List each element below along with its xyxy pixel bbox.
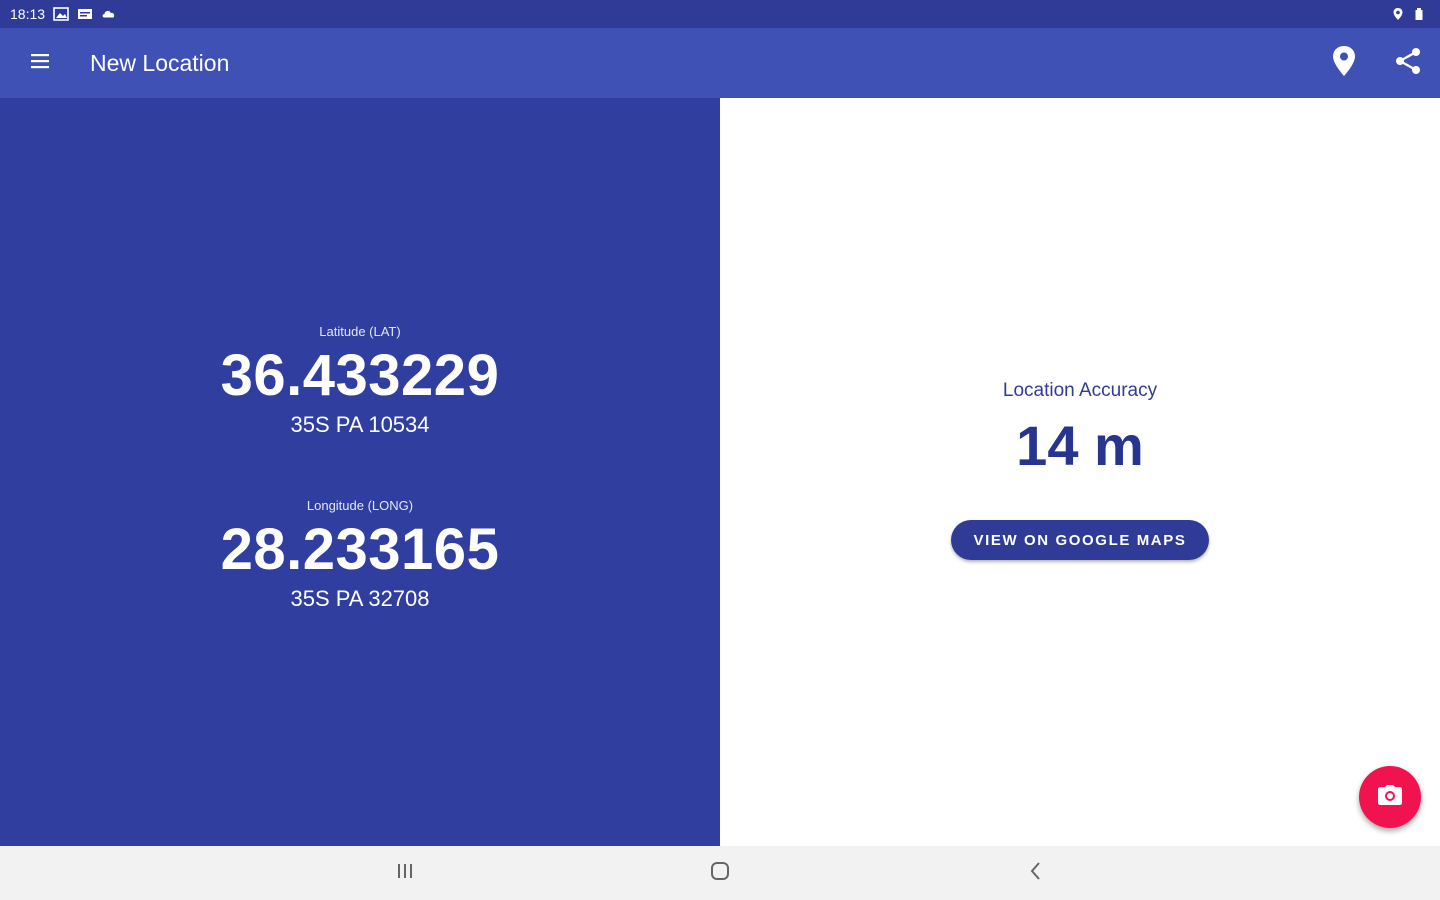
status-time: 18:13	[10, 6, 46, 22]
status-bar: 18:13	[0, 0, 1440, 28]
menu-button[interactable]	[0, 28, 80, 98]
back-button[interactable]	[996, 846, 1076, 900]
view-on-google-maps-button[interactable]: VIEW ON GOOGLE MAPS	[951, 520, 1209, 560]
message-notification-icon	[77, 7, 93, 21]
home-icon	[709, 860, 731, 887]
place-button[interactable]	[1312, 28, 1376, 98]
cloud-notification-icon	[101, 7, 117, 21]
camera-button[interactable]	[1359, 766, 1421, 828]
battery-icon	[1414, 7, 1430, 21]
longitude-label: Longitude (LONG)	[306, 498, 414, 513]
hamburger-menu-icon	[28, 49, 52, 78]
status-right	[1392, 7, 1430, 21]
accuracy-panel: Location Accuracy 14 m VIEW ON GOOGLE MA…	[720, 98, 1440, 846]
home-button[interactable]	[680, 846, 760, 900]
longitude-value: 28.233165	[220, 517, 500, 582]
navigation-bar	[0, 846, 1440, 900]
camera-icon	[1377, 784, 1403, 811]
latitude-label: Latitude (LAT)	[319, 324, 401, 339]
status-left: 18:13	[10, 6, 117, 22]
longitude-mgrs: 35S PA 32708	[290, 586, 430, 611]
page-title: New Location	[90, 49, 230, 76]
location-status-icon	[1392, 7, 1408, 21]
accuracy-value: 14 m	[1016, 414, 1144, 477]
gallery-notification-icon	[53, 7, 69, 21]
share-button[interactable]	[1376, 28, 1440, 98]
accuracy-label: Location Accuracy	[1002, 380, 1158, 401]
latitude-block: Latitude (LAT) 36.433229 35S PA 10534	[0, 322, 720, 440]
map-pin-icon	[1331, 45, 1357, 82]
recents-icon	[395, 862, 415, 885]
app-bar-actions	[1312, 28, 1440, 98]
latitude-mgrs: 35S PA 10534	[290, 412, 430, 437]
share-icon	[1393, 46, 1423, 81]
coordinates-panel: Latitude (LAT) 36.433229 35S PA 10534 Lo…	[0, 98, 720, 846]
recents-button[interactable]	[365, 846, 445, 900]
latitude-value: 36.433229	[220, 343, 500, 408]
back-icon	[1029, 860, 1043, 887]
app-bar: New Location	[0, 28, 1440, 98]
longitude-block: Longitude (LONG) 28.233165 35S PA 32708	[0, 496, 720, 614]
